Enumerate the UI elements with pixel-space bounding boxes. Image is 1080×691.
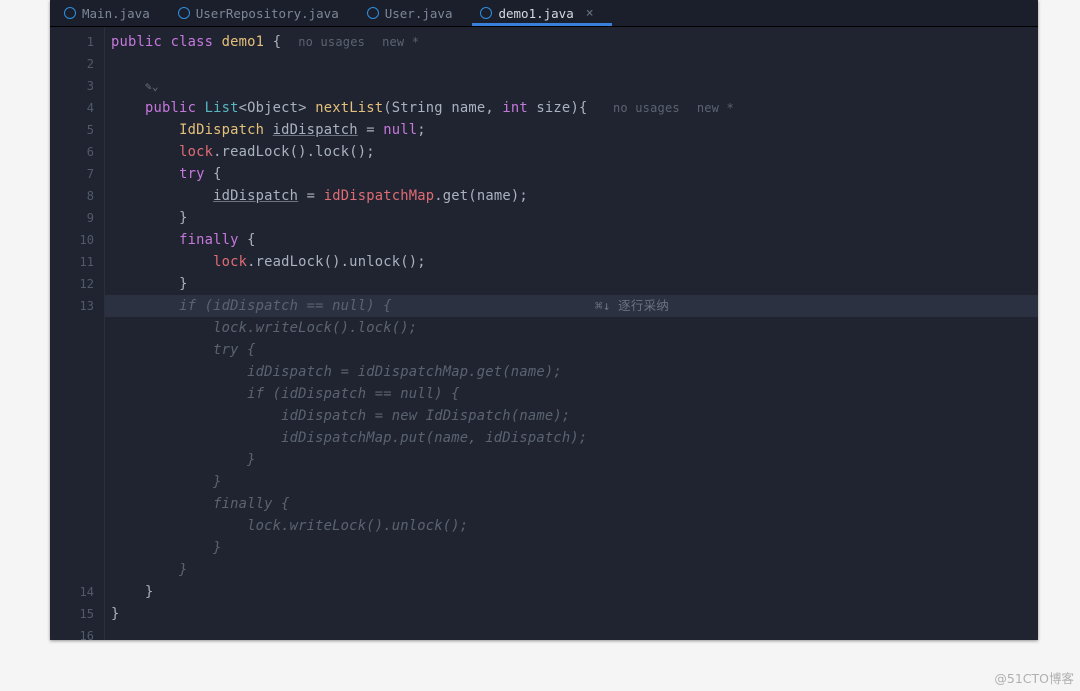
active-tab-underline bbox=[472, 23, 612, 26]
ghost-line: } bbox=[105, 537, 1038, 559]
ghost-line: } bbox=[105, 559, 1038, 581]
ghost-line: lock.writeLock().lock(); bbox=[105, 317, 1038, 339]
code-line: try { bbox=[105, 163, 1038, 185]
close-icon[interactable]: × bbox=[586, 6, 594, 21]
ghost-line: try { bbox=[105, 339, 1038, 361]
intention-bulb-icon[interactable]: ✎⌄ bbox=[145, 80, 159, 93]
tab-label: demo1.java bbox=[498, 6, 573, 21]
java-class-icon bbox=[480, 7, 492, 19]
tab-label: UserRepository.java bbox=[196, 6, 339, 21]
code-line: ✎⌄ bbox=[105, 75, 1038, 97]
code-area[interactable]: public class demo1 { no usages new * ✎⌄ … bbox=[105, 27, 1038, 640]
code-line: public List<Object> nextList(String name… bbox=[105, 97, 1038, 119]
ghost-line: lock.writeLock().unlock(); bbox=[105, 515, 1038, 537]
code-line: } bbox=[105, 581, 1038, 603]
ghost-line: } bbox=[105, 471, 1038, 493]
ghost-line: finally { bbox=[105, 493, 1038, 515]
tab-main-java[interactable]: Main.java bbox=[50, 0, 164, 26]
code-line: } bbox=[105, 273, 1038, 295]
tab-userrepository-java[interactable]: UserRepository.java bbox=[164, 0, 353, 26]
java-class-icon bbox=[64, 7, 76, 19]
code-line: IdDispatch idDispatch = null; bbox=[105, 119, 1038, 141]
tab-label: User.java bbox=[385, 6, 453, 21]
code-line bbox=[105, 53, 1038, 75]
code-line: } bbox=[105, 603, 1038, 625]
code-line: public class demo1 { no usages new * bbox=[105, 31, 1038, 53]
ghost-line: idDispatch = idDispatchMap.get(name); bbox=[105, 361, 1038, 383]
code-line: lock.readLock().unlock(); bbox=[105, 251, 1038, 273]
line-gutter: 1 2 3 4 5 6 7 8 9 10 11 12 13 bbox=[50, 27, 105, 640]
code-line: lock.readLock().lock(); bbox=[105, 141, 1038, 163]
ghost-line: idDispatch = new IdDispatch(name); bbox=[105, 405, 1038, 427]
code-line: } bbox=[105, 207, 1038, 229]
tab-user-java[interactable]: User.java bbox=[353, 0, 467, 26]
code-line: finally { bbox=[105, 229, 1038, 251]
tab-label: Main.java bbox=[82, 6, 150, 21]
ghost-line: if (idDispatch == null) { bbox=[105, 383, 1038, 405]
java-class-icon bbox=[178, 7, 190, 19]
ide-window: Main.java UserRepository.java User.java … bbox=[50, 0, 1038, 640]
code-line bbox=[105, 625, 1038, 640]
ghost-line: idDispatchMap.put(name, idDispatch); bbox=[105, 427, 1038, 449]
ghost-line: } bbox=[105, 449, 1038, 471]
editor-area: 1 2 3 4 5 6 7 8 9 10 11 12 13 bbox=[50, 27, 1038, 640]
accept-hint[interactable]: ⌘↓ 逐行采纳 bbox=[595, 295, 669, 317]
watermark: @51CTO博客 bbox=[994, 668, 1074, 687]
java-class-icon bbox=[367, 7, 379, 19]
code-line: idDispatch = idDispatchMap.get(name); bbox=[105, 185, 1038, 207]
